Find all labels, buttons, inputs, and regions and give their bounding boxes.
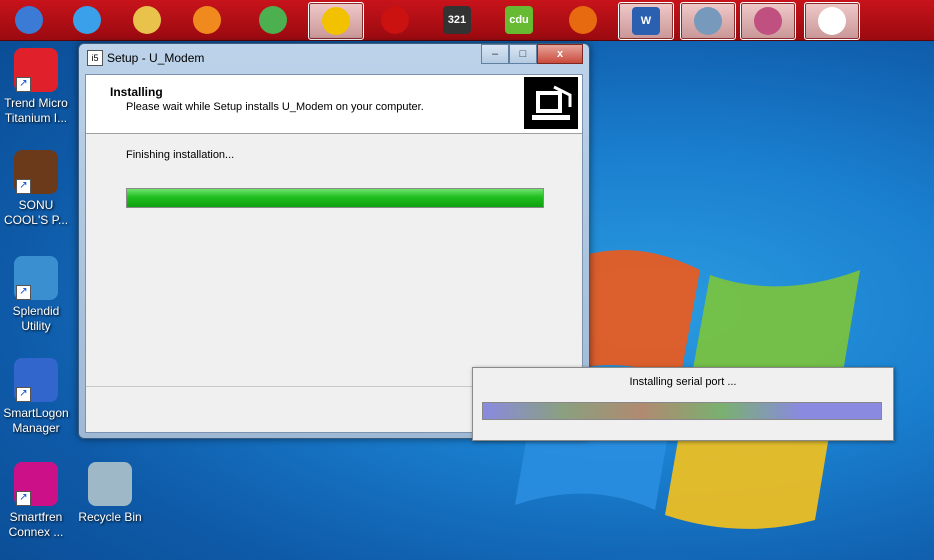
taskbar: 321 cdu W bbox=[0, 0, 934, 41]
desktop-icon[interactable]: ↗ Splendid Utility bbox=[0, 256, 72, 334]
taskbar-document-button[interactable] bbox=[804, 2, 860, 40]
taskbar-media-player-classic-button[interactable]: 321 bbox=[430, 2, 484, 38]
taskbar-chrome-button[interactable] bbox=[246, 2, 300, 38]
taskbar-word-button[interactable]: W bbox=[618, 2, 674, 40]
serial-port-dialog: Installing serial port ... bbox=[472, 367, 894, 441]
desktop-icon-label: Splendid Utility bbox=[12, 304, 60, 333]
network-icon bbox=[694, 7, 722, 35]
serial-port-progress-fill bbox=[483, 403, 881, 419]
taskbar-paint-button[interactable] bbox=[740, 2, 796, 40]
desktop-icon[interactable]: ↗ SmartLogon Manager bbox=[0, 358, 72, 436]
maximize-button[interactable]: □ bbox=[509, 44, 537, 64]
document-icon bbox=[818, 7, 846, 35]
explorer-icon bbox=[133, 6, 161, 34]
desktop-shortcut-icon: ↗ bbox=[14, 462, 58, 506]
shortcut-arrow-icon: ↗ bbox=[16, 179, 31, 194]
desktop-shortcut-icon bbox=[88, 462, 132, 506]
winamp-icon bbox=[322, 7, 350, 35]
taskbar-internet-explorer-button[interactable] bbox=[60, 2, 114, 38]
word-icon: W bbox=[632, 7, 660, 35]
status-text: Finishing installation... bbox=[126, 149, 235, 161]
media-player-classic-icon: 321 bbox=[443, 6, 471, 34]
desktop-shortcut-icon: ↗ bbox=[14, 256, 58, 300]
taskbar-start-button[interactable] bbox=[2, 2, 56, 38]
page-subtitle: Please wait while Setup installs U_Modem… bbox=[126, 101, 424, 113]
desktop-icon[interactable]: Recycle Bin bbox=[74, 462, 146, 525]
app-cdu-icon: cdu bbox=[505, 6, 533, 34]
desktop-shortcut-icon: ↗ bbox=[14, 48, 58, 92]
taskbar-media-player-button[interactable] bbox=[180, 2, 234, 38]
chrome-icon bbox=[259, 6, 287, 34]
firefox-icon bbox=[569, 6, 597, 34]
paint-icon bbox=[754, 7, 782, 35]
taskbar-acrobat-button[interactable] bbox=[368, 2, 422, 38]
acrobat-icon bbox=[381, 6, 409, 34]
computer-box-icon bbox=[532, 85, 572, 120]
setup-app-icon: i5 bbox=[87, 50, 103, 66]
desktop-icon[interactable]: ↗ Trend Micro Titanium I... bbox=[0, 48, 72, 126]
installer-logo bbox=[524, 77, 578, 129]
install-progress-fill bbox=[127, 189, 543, 207]
start-icon bbox=[15, 6, 43, 34]
shortcut-arrow-icon: ↗ bbox=[16, 491, 31, 506]
desktop-icon-label: Smartfren Connex ... bbox=[8, 510, 64, 539]
desktop-shortcut-icon: ↗ bbox=[14, 150, 58, 194]
wizard-header: Installing Please wait while Setup insta… bbox=[86, 75, 582, 134]
desktop-icon-label: SmartLogon Manager bbox=[3, 406, 69, 435]
page-title: Installing bbox=[110, 85, 163, 99]
shortcut-arrow-icon: ↗ bbox=[16, 285, 31, 300]
taskbar-explorer-button[interactable] bbox=[120, 2, 174, 38]
desktop-icon-label: Trend Micro Titanium I... bbox=[4, 96, 68, 125]
minimize-button[interactable]: – bbox=[481, 44, 509, 64]
close-button[interactable]: x bbox=[537, 44, 583, 64]
shortcut-arrow-icon: ↗ bbox=[16, 387, 31, 402]
shortcut-arrow-icon: ↗ bbox=[16, 77, 31, 92]
serial-port-status: Installing serial port ... bbox=[629, 376, 737, 388]
taskbar-firefox-button[interactable] bbox=[556, 2, 610, 38]
media-player-icon bbox=[193, 6, 221, 34]
install-progress-bar bbox=[126, 188, 544, 208]
desktop-icon[interactable]: ↗ Smartfren Connex ... bbox=[0, 462, 72, 540]
desktop-icon-label: Recycle Bin bbox=[78, 510, 142, 524]
taskbar-app-cdu-button[interactable]: cdu bbox=[492, 2, 546, 38]
serial-port-progress-bar bbox=[482, 402, 882, 420]
window-title: Setup - U_Modem bbox=[107, 51, 205, 65]
taskbar-winamp-button[interactable] bbox=[308, 2, 364, 40]
desktop-icon[interactable]: ↗ SONU COOL'S P... bbox=[0, 150, 72, 228]
taskbar-network-button[interactable] bbox=[680, 2, 736, 40]
desktop-shortcut-icon: ↗ bbox=[14, 358, 58, 402]
internet-explorer-icon bbox=[73, 6, 101, 34]
desktop-icon-label: SONU COOL'S P... bbox=[3, 198, 69, 227]
